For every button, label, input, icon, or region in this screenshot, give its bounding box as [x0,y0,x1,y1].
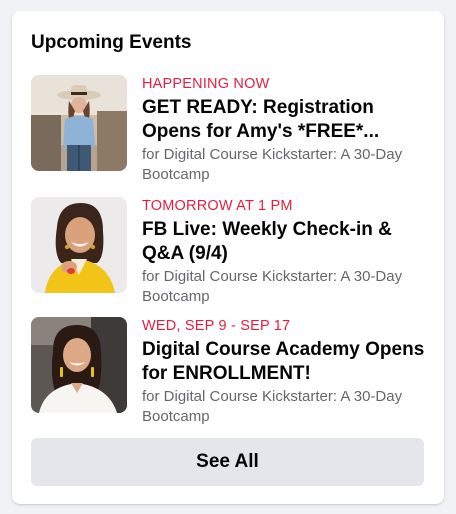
woman-hat-photo-icon [31,75,127,171]
woman-white-blouse-photo-icon [31,317,127,413]
event-title-link[interactable]: GET READY: Registration Opens for Amy's … [142,96,427,144]
event-group-link[interactable]: for Digital Course Kickstarter: A 30-Day… [142,145,427,185]
card-title: Upcoming Events [31,32,192,53]
event-date-label: TOMORROW AT 1 PM [142,198,293,214]
event-group-link[interactable]: for Digital Course Kickstarter: A 30-Day… [142,267,427,307]
event-item-2[interactable]: TOMORROW AT 1 PM FB Live: Weekly Check-i… [31,197,431,305]
woman-yellow-photo-icon [31,197,127,293]
event-title-link[interactable]: Digital Course Academy Opens for ENROLLM… [142,338,427,386]
event-thumbnail[interactable] [31,197,127,293]
event-date-label: WED, SEP 9 - SEP 17 [142,318,291,334]
event-group-link[interactable]: for Digital Course Kickstarter: A 30-Day… [142,387,427,427]
upcoming-events-card: Upcoming Events HAPPENING NOW GET READY:… [12,11,444,504]
event-date-label: HAPPENING NOW [142,76,270,92]
event-item-1[interactable]: HAPPENING NOW GET READY: Registration Op… [31,75,431,183]
event-title-link[interactable]: FB Live: Weekly Check-in & Q&A (9/4) [142,218,427,266]
see-all-button[interactable]: See All [31,438,424,486]
event-thumbnail[interactable] [31,317,127,413]
event-item-3[interactable]: WED, SEP 9 - SEP 17 Digital Course Acade… [31,317,431,425]
event-thumbnail[interactable] [31,75,127,171]
